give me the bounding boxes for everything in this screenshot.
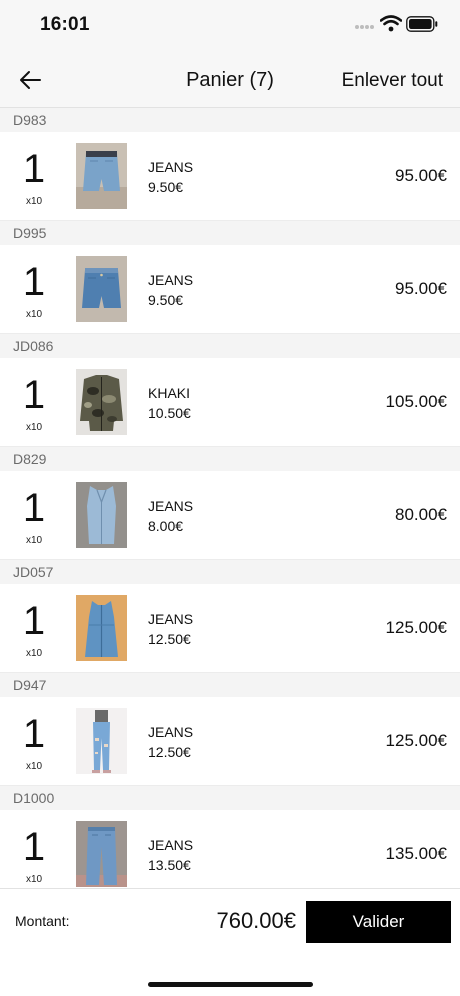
item-reference: D995 [0, 221, 460, 245]
item-total: 135.00€ [385, 844, 447, 863]
battery-icon [406, 16, 438, 32]
cart-item: D983 1 x10 JEANS 9.50€ 95.00€ [0, 108, 460, 221]
cart-row[interactable]: 1 x10 JEANS 9.50€ 95.00€ [0, 132, 460, 221]
cart-row[interactable]: 1 x10 JEANS 9.50€ 95.00€ [0, 245, 460, 334]
cart-list[interactable]: D983 1 x10 JEANS 9.50€ 95.00€ D995 1 x10… [0, 108, 460, 888]
cart-item: JD057 1 x10 JEANS 12.50€ 125.00€ [0, 560, 460, 673]
back-button[interactable] [14, 64, 46, 96]
status-bar: 16:01 [0, 0, 460, 50]
item-color: JEANS [148, 159, 194, 175]
amount-label: Montant: [15, 913, 70, 929]
quantity-selector[interactable]: 1 x10 [0, 245, 68, 334]
quantity-selector[interactable]: 1 x10 [0, 810, 68, 888]
signal-icon [355, 25, 375, 31]
product-thumbnail-denim-vest[interactable] [76, 482, 127, 548]
item-info: JEANS 13.50€ [148, 835, 193, 875]
cart-item: D995 1 x10 JEANS 9.50€ 95.00€ [0, 221, 460, 334]
cart-footer: Montant: 760.00€ Valider [0, 888, 460, 996]
product-thumbnail-denim-jeans[interactable] [76, 821, 127, 887]
quantity-value: 1 [22, 373, 46, 417]
item-info: JEANS 12.50€ [148, 609, 193, 649]
quantity-selector[interactable]: 1 x10 [0, 132, 68, 221]
quantity-value: 1 [22, 260, 46, 304]
quantity-selector[interactable]: 1 x10 [0, 358, 68, 447]
item-reference: D829 [0, 447, 460, 471]
item-unit-price: 12.50€ [148, 631, 191, 647]
item-reference: JD057 [0, 560, 460, 584]
item-reference: D983 [0, 108, 460, 132]
wifi-icon [380, 15, 402, 32]
item-total: 105.00€ [385, 392, 447, 411]
quantity-value: 1 [22, 825, 46, 869]
item-info: JEANS 9.50€ [148, 157, 193, 197]
cart-item: D1000 1 x10 JEANS 13.50€ 135.00€ [0, 786, 460, 888]
product-thumbnail-denim-shorts[interactable] [76, 143, 127, 209]
item-reference: JD086 [0, 334, 460, 358]
item-info: JEANS 12.50€ [148, 722, 193, 762]
quantity-selector[interactable]: 1 x10 [0, 584, 68, 673]
quantity-multiplier: x10 [25, 761, 43, 772]
item-total: 80.00€ [395, 505, 447, 524]
item-reference: D1000 [0, 786, 460, 810]
quantity-selector[interactable]: 1 x10 [0, 697, 68, 786]
item-total: 125.00€ [385, 618, 447, 637]
amount-total: 760.00€ [216, 908, 296, 933]
item-unit-price: 9.50€ [148, 292, 184, 308]
item-color: KHAKI [148, 385, 191, 401]
cart-item: D829 1 x10 JEANS 8.00€ 80.00€ [0, 447, 460, 560]
item-total: 125.00€ [385, 731, 447, 750]
item-info: KHAKI 10.50€ [148, 383, 191, 423]
cart-row[interactable]: 1 x10 KHAKI 10.50€ 105.00€ [0, 358, 460, 447]
item-unit-price: 10.50€ [148, 405, 191, 421]
quantity-multiplier: x10 [25, 874, 43, 885]
item-unit-price: 12.50€ [148, 744, 191, 760]
product-thumbnail-camo-jacket[interactable] [76, 369, 127, 435]
quantity-value: 1 [22, 599, 46, 643]
quantity-multiplier: x10 [25, 648, 43, 659]
item-color: JEANS [148, 498, 194, 514]
cart-row[interactable]: 1 x10 JEANS 13.50€ 135.00€ [0, 810, 460, 888]
cart-row[interactable]: 1 x10 JEANS 12.50€ 125.00€ [0, 584, 460, 673]
product-thumbnail-denim-dress[interactable] [76, 595, 127, 661]
quantity-multiplier: x10 [25, 535, 43, 546]
product-thumbnail-ripped-jeans[interactable] [76, 708, 127, 774]
item-info: JEANS 8.00€ [148, 496, 193, 536]
quantity-multiplier: x10 [25, 196, 43, 207]
cart-item: D947 1 x10 JEANS 12.50€ 125.00€ [0, 673, 460, 786]
nav-bar: Panier (7) Enlever tout [0, 50, 460, 108]
quantity-multiplier: x10 [25, 422, 43, 433]
product-thumbnail-denim-shorts[interactable] [76, 256, 127, 322]
clear-all-button[interactable]: Enlever tout [342, 70, 443, 92]
quantity-value: 1 [22, 147, 46, 191]
validate-button[interactable]: Valider [306, 901, 451, 943]
cart-row[interactable]: 1 x10 JEANS 8.00€ 80.00€ [0, 471, 460, 560]
status-time: 16:01 [40, 14, 90, 35]
item-info: JEANS 9.50€ [148, 270, 193, 310]
home-indicator[interactable] [148, 982, 313, 987]
item-unit-price: 9.50€ [148, 179, 184, 195]
cart-row[interactable]: 1 x10 JEANS 12.50€ 125.00€ [0, 697, 460, 786]
item-color: JEANS [148, 611, 194, 627]
quantity-selector[interactable]: 1 x10 [0, 471, 68, 560]
quantity-value: 1 [22, 486, 46, 530]
item-total: 95.00€ [395, 279, 447, 298]
item-reference: D947 [0, 673, 460, 697]
item-color: JEANS [148, 272, 194, 288]
item-total: 95.00€ [395, 166, 447, 185]
cart-item: JD086 1 x10 KHAKI 10.50€ 105.00€ [0, 334, 460, 447]
item-unit-price: 8.00€ [148, 518, 184, 534]
arrow-left-icon [20, 71, 41, 89]
quantity-multiplier: x10 [25, 309, 43, 320]
quantity-value: 1 [22, 712, 46, 756]
item-color: JEANS [148, 724, 194, 740]
item-unit-price: 13.50€ [148, 857, 191, 873]
item-color: JEANS [148, 837, 194, 853]
